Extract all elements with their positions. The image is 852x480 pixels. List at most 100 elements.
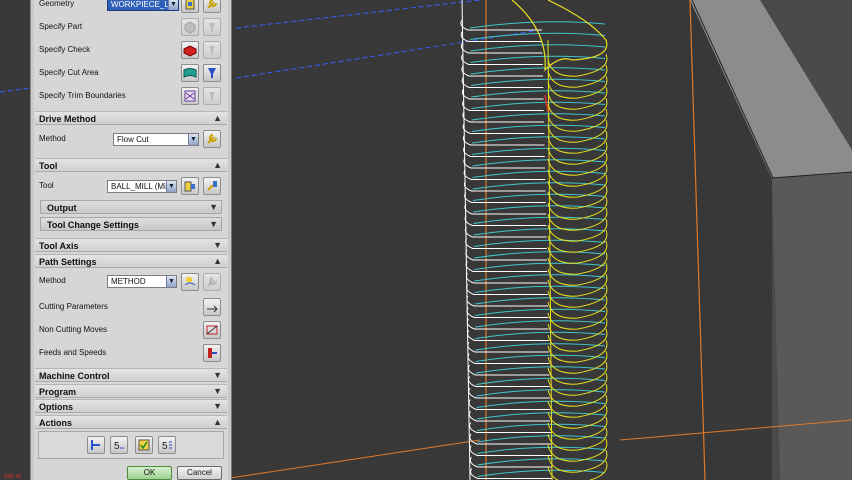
tool-row: Tool BALL_MILL (Mil ▼ (34, 175, 228, 197)
subsection-tool-change-settings[interactable]: Tool Change Settings ▼ (40, 217, 222, 231)
section-tool-axis[interactable]: Tool Axis ▼ (35, 238, 227, 252)
section-tool-axis-title: Tool Axis (39, 241, 79, 251)
feeds-speeds-icon (208, 348, 217, 358)
feeds-and-speeds-button[interactable] (203, 344, 221, 362)
drive-method-select[interactable]: Flow Cut ▼ (113, 133, 199, 146)
subsection-output[interactable]: Output ▼ (40, 200, 222, 214)
section-drive-method[interactable]: Drive Method ▲ (35, 111, 227, 125)
specify-cut-area-button[interactable] (181, 64, 199, 82)
section-options-title: Options (39, 402, 73, 412)
non-cutting-moves-label: Non Cutting Moves (39, 325, 108, 334)
specify-part-label: Specify Part (39, 22, 83, 31)
check-geometry-icon (183, 45, 197, 57)
replay-button[interactable]: 5 (110, 436, 128, 454)
geometry-select[interactable]: WORKPIECE_L ▼ (107, 0, 179, 11)
specify-trim-flashlight-button[interactable] (203, 87, 221, 105)
geometry-new-button[interactable] (181, 0, 199, 13)
geometry-edit-button[interactable] (203, 0, 221, 13)
list-button[interactable]: 5 (158, 436, 176, 454)
specify-cut-area-row: Specify Cut Area (34, 62, 228, 84)
chevron-up-icon: ▲ (213, 113, 222, 123)
chevron-down-icon: ▼ (213, 240, 222, 250)
cancel-button[interactable]: Cancel (177, 466, 222, 480)
cutting-parameters-row: Cutting Parameters (34, 296, 228, 318)
geometry-value: WORKPIECE_L (111, 0, 169, 9)
chevron-up-icon: ▲ (213, 160, 222, 170)
section-program[interactable]: Program ▼ (35, 384, 227, 398)
specify-trim-boundaries-button[interactable] (181, 87, 199, 105)
flashlight-icon (208, 68, 216, 78)
section-drive-method-title: Drive Method (39, 114, 97, 124)
section-machine-control[interactable]: Machine Control ▼ (35, 368, 227, 382)
svg-text:5: 5 (114, 441, 120, 452)
operation-dialog: Geometry WORKPIECE_L ▼ Specify Part Spec… (34, 0, 228, 480)
section-options[interactable]: Options ▼ (35, 399, 227, 413)
flashlight-icon (209, 46, 215, 55)
drive-method-label: Method (39, 134, 66, 143)
chevron-down-icon: ▼ (168, 0, 178, 10)
cut-area-icon (183, 68, 197, 78)
path-method-select[interactable]: METHOD ▼ (107, 275, 177, 288)
tool-select[interactable]: BALL_MILL (Mil ▼ (107, 180, 177, 193)
chevron-up-icon: ▲ (213, 256, 222, 266)
flashlight-icon (209, 23, 215, 32)
chevron-down-icon: ▼ (166, 181, 176, 192)
trim-boundary-icon (184, 90, 196, 102)
section-path-settings[interactable]: Path Settings ▲ (35, 254, 227, 268)
specify-check-row: Specify Check (34, 39, 228, 61)
chevron-up-icon: ▲ (213, 417, 222, 427)
cutting-parameters-label: Cutting Parameters (39, 302, 108, 311)
chevron-down-icon: ▼ (166, 276, 176, 287)
tool-new-button[interactable] (181, 177, 199, 195)
non-cutting-moves-row: Non Cutting Moves (34, 319, 228, 341)
non-cutting-moves-icon (206, 325, 218, 335)
section-machine-control-title: Machine Control (39, 371, 110, 381)
wrench-icon (207, 134, 217, 144)
edit-tool-icon (207, 181, 217, 191)
part-face-mid (772, 172, 852, 480)
verify-button[interactable] (135, 436, 153, 454)
ok-button[interactable]: OK (127, 466, 172, 480)
path-method-edit-button[interactable] (203, 273, 221, 291)
feeds-and-speeds-label: Feeds and Speeds (39, 348, 107, 357)
chevron-down-icon: ▼ (209, 219, 218, 229)
replay-icon: 5 (114, 441, 124, 452)
drive-method-value: Flow Cut (117, 135, 149, 144)
specify-part-flashlight-button[interactable] (203, 18, 221, 36)
chevron-down-icon: ▼ (209, 202, 218, 212)
specify-cut-area-label: Specify Cut Area (39, 68, 99, 77)
generate-button[interactable] (87, 436, 105, 454)
chevron-down-icon: ▼ (213, 370, 222, 380)
path-method-new-button[interactable] (181, 273, 199, 291)
path-method-label: Method (39, 276, 66, 285)
specify-check-label: Specify Check (39, 45, 91, 54)
section-path-settings-title: Path Settings (39, 257, 97, 267)
cutting-parameters-icon (207, 305, 218, 313)
list-icon: 5 (162, 441, 172, 452)
drive-method-edit-button[interactable] (203, 130, 221, 148)
wrench-icon (207, 0, 217, 9)
actions-toolbar: 5 5 (38, 431, 224, 459)
part-icon (184, 21, 196, 34)
svg-text:5: 5 (162, 441, 168, 452)
geometry-row: Geometry WORKPIECE_L ▼ (34, 0, 228, 14)
specify-check-flashlight-button[interactable] (203, 41, 221, 59)
generate-icon (91, 440, 100, 450)
geometry-new-icon (185, 0, 195, 10)
specify-check-button[interactable] (181, 41, 199, 59)
flashlight-icon (209, 92, 215, 101)
non-cutting-moves-button[interactable] (203, 321, 221, 339)
specify-cut-area-flashlight-button[interactable] (203, 64, 221, 82)
tool-edit-button[interactable] (203, 177, 221, 195)
subsection-tool-change-settings-title: Tool Change Settings (47, 220, 139, 230)
section-tool[interactable]: Tool ▲ (35, 158, 227, 172)
specify-part-button[interactable] (181, 18, 199, 36)
geometry-label: Geometry (39, 0, 75, 8)
new-tool-icon (184, 181, 195, 192)
drive-method-row: Method Flow Cut ▼ (34, 128, 228, 150)
cutting-parameters-button[interactable] (203, 298, 221, 316)
specify-trim-boundaries-label: Specify Trim Boundaries (39, 91, 126, 100)
section-tool-title: Tool (39, 161, 58, 171)
section-actions[interactable]: Actions ▲ (35, 415, 227, 429)
origin-marker-label: top vi (4, 473, 21, 480)
